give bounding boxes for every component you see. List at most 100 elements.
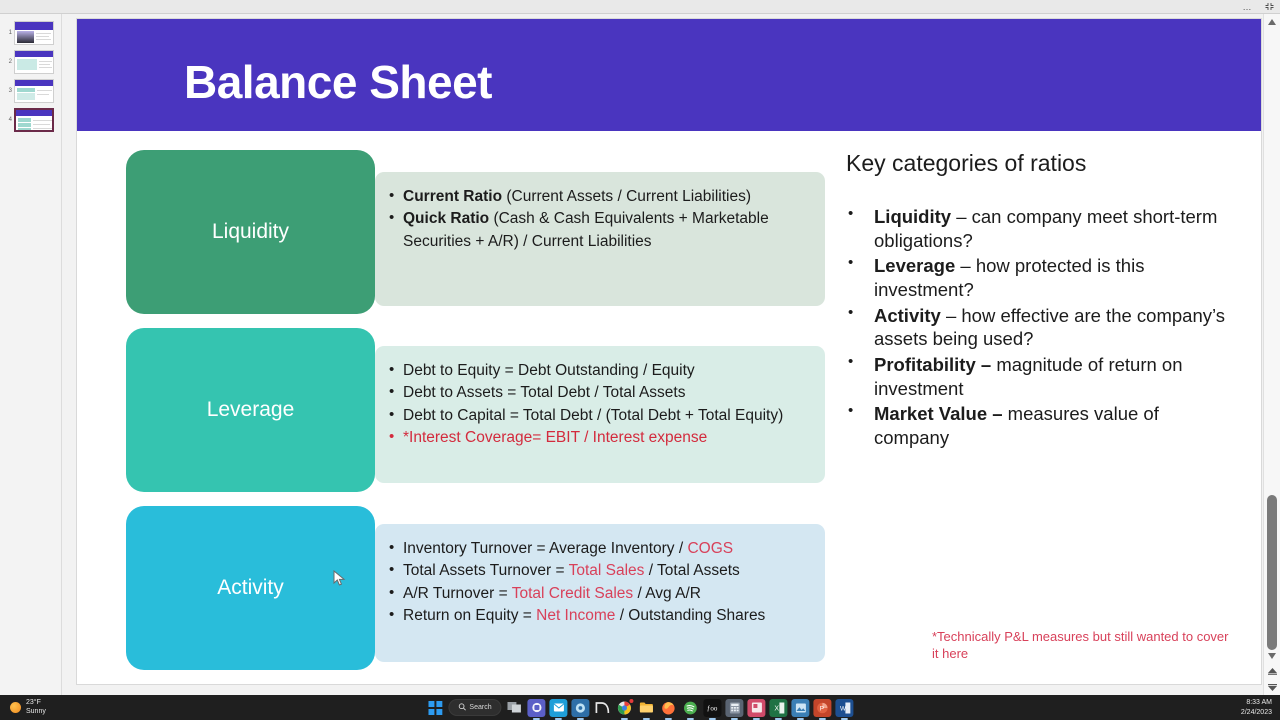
category-term: Activity bbox=[874, 304, 941, 326]
firefox-icon[interactable] bbox=[660, 699, 678, 717]
bullet-term: Quick Ratio bbox=[403, 210, 490, 228]
thumb-text-line bbox=[36, 38, 51, 40]
search-label: Search bbox=[469, 704, 492, 711]
thumb-block bbox=[17, 87, 35, 92]
bullet-body: Total Assets Turnover = bbox=[403, 562, 569, 580]
photos-icon[interactable] bbox=[791, 698, 810, 717]
scrollbar-thumb[interactable] bbox=[1267, 495, 1277, 650]
thumb-text-line bbox=[33, 119, 52, 121]
slide-number: 2 bbox=[8, 58, 12, 65]
start-icon[interactable] bbox=[426, 699, 444, 717]
list-item: Debt to Equity = Debt Outstanding / Equi… bbox=[389, 359, 809, 382]
list-item: Activity – how effective are the company… bbox=[846, 303, 1226, 351]
thumb-block bbox=[17, 92, 35, 100]
app-icon[interactable]: ƒoo bbox=[703, 698, 722, 717]
search-input[interactable]: Search bbox=[448, 699, 502, 716]
activity-bullet-list: Inventory Turnover = Average Inventory /… bbox=[389, 537, 809, 628]
bullet-body: Debt to Equity = Debt Outstanding / Equi… bbox=[403, 362, 695, 379]
category-term: Profitability – bbox=[874, 354, 992, 376]
slide-number: 3 bbox=[8, 87, 12, 94]
clock-time: 8:33 AM bbox=[1246, 699, 1272, 707]
excel-icon[interactable]: X bbox=[769, 698, 788, 717]
scroll-up-icon[interactable] bbox=[1264, 14, 1280, 29]
task-view-icon[interactable] bbox=[506, 699, 524, 717]
previous-slide-icon[interactable] bbox=[1264, 663, 1280, 679]
thumbnail-preview[interactable] bbox=[14, 20, 54, 45]
slide-thumbnail-3[interactable]: 3 bbox=[0, 76, 61, 105]
thumbnail-preview[interactable] bbox=[14, 49, 54, 74]
liquidity-detail-panel: Current Ratio (Current Assets / Current … bbox=[375, 172, 825, 306]
window-top-bar: … bbox=[0, 0, 1280, 14]
bullet-body: (Current Assets / Current Liabilities) bbox=[502, 188, 751, 205]
list-item: Inventory Turnover = Average Inventory /… bbox=[389, 537, 809, 560]
windows-taskbar[interactable]: 23°F Sunny Search ƒoo X P W 8:33 AM 2/24… bbox=[0, 695, 1280, 720]
liquidity-bullet-list: Current Ratio (Current Assets / Current … bbox=[389, 185, 809, 253]
list-item: Quick Ratio (Cash & Cash Equivalents + M… bbox=[389, 207, 809, 253]
mouse-cursor-icon bbox=[333, 569, 347, 588]
slide-thumbnail-panel[interactable]: 1 2 3 4 bbox=[0, 14, 62, 695]
thumb-text-line bbox=[36, 32, 51, 34]
thumb-block bbox=[18, 117, 31, 122]
word-icon[interactable]: W bbox=[835, 698, 854, 717]
leverage-detail-panel: Debt to Equity = Debt Outstanding / Equi… bbox=[375, 346, 825, 483]
bullet-highlight: Total Credit Sales bbox=[511, 584, 634, 602]
category-label: Leverage bbox=[206, 398, 295, 421]
powerpoint-icon[interactable]: P bbox=[813, 698, 832, 717]
category-box-leverage[interactable]: Leverage bbox=[126, 328, 375, 492]
svg-text:P: P bbox=[820, 705, 824, 712]
thumb-title-band bbox=[15, 21, 53, 30]
scroll-down-icon[interactable] bbox=[1264, 648, 1280, 663]
list-item: Return on Equity = Net Income / Outstand… bbox=[389, 604, 809, 627]
calculator-icon[interactable] bbox=[725, 698, 744, 717]
weather-temperature: 23°F bbox=[26, 698, 41, 706]
thumb-text-line bbox=[39, 66, 52, 68]
teams-icon[interactable] bbox=[527, 698, 546, 717]
spotify-icon[interactable] bbox=[682, 699, 700, 717]
thumb-block bbox=[17, 58, 37, 70]
bullet-body: Return on Equity = bbox=[403, 607, 537, 625]
list-item: Total Assets Turnover = Total Sales / To… bbox=[389, 559, 809, 582]
thumb-block bbox=[18, 122, 31, 127]
slide-thumbnail-1[interactable]: 1 bbox=[0, 18, 61, 47]
bullet-body: Debt to Assets = Total Debt / Total Asse… bbox=[403, 384, 686, 402]
list-item: Liquidity – can company meet short-term … bbox=[846, 204, 1226, 252]
bullet-term: Current Ratio bbox=[403, 188, 503, 205]
bullet-highlight: Net Income bbox=[536, 607, 616, 625]
bullet-tail: / Avg A/R bbox=[633, 584, 701, 602]
list-item: Debt to Capital = Total Debt / (Total De… bbox=[389, 404, 809, 427]
page-title: Balance Sheet bbox=[184, 56, 492, 108]
category-box-liquidity[interactable]: Liquidity bbox=[126, 150, 375, 314]
category-label: Activity bbox=[217, 576, 284, 599]
chrome-icon[interactable] bbox=[616, 697, 635, 717]
svg-text:W: W bbox=[840, 705, 847, 712]
next-slide-icon[interactable] bbox=[1264, 679, 1280, 695]
slide-thumbnail-4[interactable]: 4 bbox=[0, 105, 61, 134]
thumb-text-line bbox=[33, 127, 52, 129]
bullet-body: Debt to Capital = Total Debt / (Total De… bbox=[403, 406, 784, 424]
restore-down-icon[interactable] bbox=[1258, 0, 1280, 13]
search-icon bbox=[458, 702, 466, 713]
mail-icon[interactable] bbox=[549, 698, 568, 717]
category-term: Leverage bbox=[874, 255, 956, 277]
vertical-scrollbar[interactable] bbox=[1263, 14, 1280, 695]
weather-widget[interactable]: 23°F Sunny bbox=[10, 699, 46, 717]
thumbnail-preview[interactable] bbox=[14, 107, 54, 132]
thumb-text-line bbox=[39, 63, 50, 65]
taskbar-icon-group[interactable]: Search ƒoo X P W bbox=[426, 697, 854, 717]
nvidia-icon[interactable] bbox=[594, 699, 612, 717]
clock-date: 2/24/2023 bbox=[1240, 708, 1272, 716]
bullet-highlight: COGS bbox=[687, 540, 734, 557]
slide-number: 4 bbox=[8, 116, 12, 123]
sticky-notes-icon[interactable] bbox=[747, 698, 766, 717]
settings-icon[interactable] bbox=[571, 698, 590, 717]
slide-thumbnail-2[interactable]: 2 bbox=[0, 47, 61, 76]
file-explorer-icon[interactable] bbox=[638, 699, 656, 717]
thumbnail-preview[interactable] bbox=[14, 78, 54, 103]
category-label: Liquidity bbox=[211, 220, 290, 243]
thumb-title-band bbox=[15, 50, 53, 57]
slide-canvas[interactable]: Balance Sheet Current Ratio (Current Ass… bbox=[76, 18, 1262, 685]
taskbar-clock[interactable]: 8:33 AM 2/24/2023 bbox=[1241, 698, 1272, 716]
more-options-icon[interactable]: … bbox=[1236, 0, 1258, 13]
thumb-title-band bbox=[15, 79, 53, 86]
list-item: Current Ratio (Current Assets / Current … bbox=[389, 185, 809, 208]
